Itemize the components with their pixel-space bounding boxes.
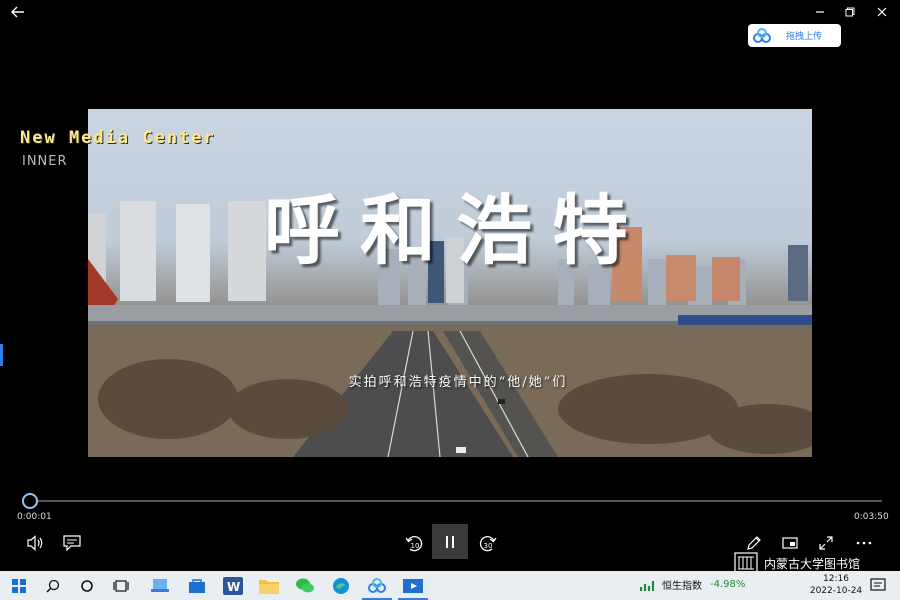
edge-icon[interactable] [330, 575, 352, 597]
stock-name: 恒生指数 [662, 581, 702, 592]
seek-thumb[interactable] [22, 493, 38, 509]
clock-time: 12:16 [823, 574, 849, 584]
notification-icon[interactable] [870, 577, 886, 593]
search-icon[interactable] [42, 575, 64, 597]
watermark-text: 内蒙古大学图书馆 [764, 556, 861, 571]
store-icon[interactable] [186, 575, 208, 597]
cortana-icon[interactable] [76, 575, 98, 597]
logo-text: New Media Center [20, 128, 216, 148]
upload-label: 拖拽上传 [786, 32, 823, 42]
system-clock[interactable]: 12:16 2022-10-24 [808, 573, 864, 597]
clock-date: 2022-10-24 [809, 586, 863, 596]
file-explorer-icon[interactable] [258, 575, 280, 597]
stock-change: -4.98% [710, 579, 746, 590]
city-scene [88, 201, 812, 457]
volume-icon[interactable] [24, 531, 48, 555]
windows-start-icon[interactable] [8, 575, 30, 597]
subtitles-icon[interactable] [60, 531, 84, 555]
video-title: 呼和浩特 [264, 186, 648, 275]
maximize-icon[interactable] [840, 2, 860, 22]
pause-icon [446, 535, 454, 548]
seek-bar[interactable] [30, 500, 882, 502]
total-time: 0:03:50 [854, 512, 889, 522]
minimize-icon[interactable] [810, 2, 830, 22]
title-bar [0, 0, 900, 24]
video-subtitle: 实拍呼和浩特疫情中的“他/她”们 [348, 375, 568, 390]
logo-subtext: INNER [22, 154, 68, 169]
word-icon[interactable]: W [222, 575, 244, 597]
close-icon[interactable] [872, 2, 892, 22]
stock-widget[interactable]: 恒生指数 -4.98% [640, 577, 745, 592]
pause-button[interactable] [432, 524, 468, 559]
forward-30-label: 30 [484, 542, 493, 550]
stock-chart-icon [640, 580, 655, 591]
wechat-icon[interactable] [294, 575, 316, 597]
current-time: 0:00:01 [17, 512, 52, 522]
taskbar: W 恒生指数 -4.98% 12:16 2022-10-24 [0, 571, 900, 600]
side-marker [0, 344, 3, 366]
svg-text:W: W [227, 580, 240, 594]
rewind-10-button[interactable]: 10 [402, 531, 426, 555]
baidu-cloud-icon [752, 27, 772, 44]
new-media-center-logo: New Media Center [20, 128, 216, 148]
video-frame[interactable]: 呼和浩特 实拍呼和浩特疫情中的“他/她”们 [88, 109, 812, 457]
baidu-netdisk-icon[interactable] [366, 575, 388, 597]
task-view-icon[interactable] [110, 575, 132, 597]
rewind-10-label: 10 [411, 542, 420, 550]
back-arrow-icon[interactable] [8, 2, 28, 22]
upload-button[interactable]: 拖拽上传 [748, 24, 841, 47]
movies-tv-icon[interactable] [402, 575, 424, 597]
forward-30-button[interactable]: 30 [476, 531, 500, 555]
file-transfer-icon[interactable] [150, 575, 172, 597]
